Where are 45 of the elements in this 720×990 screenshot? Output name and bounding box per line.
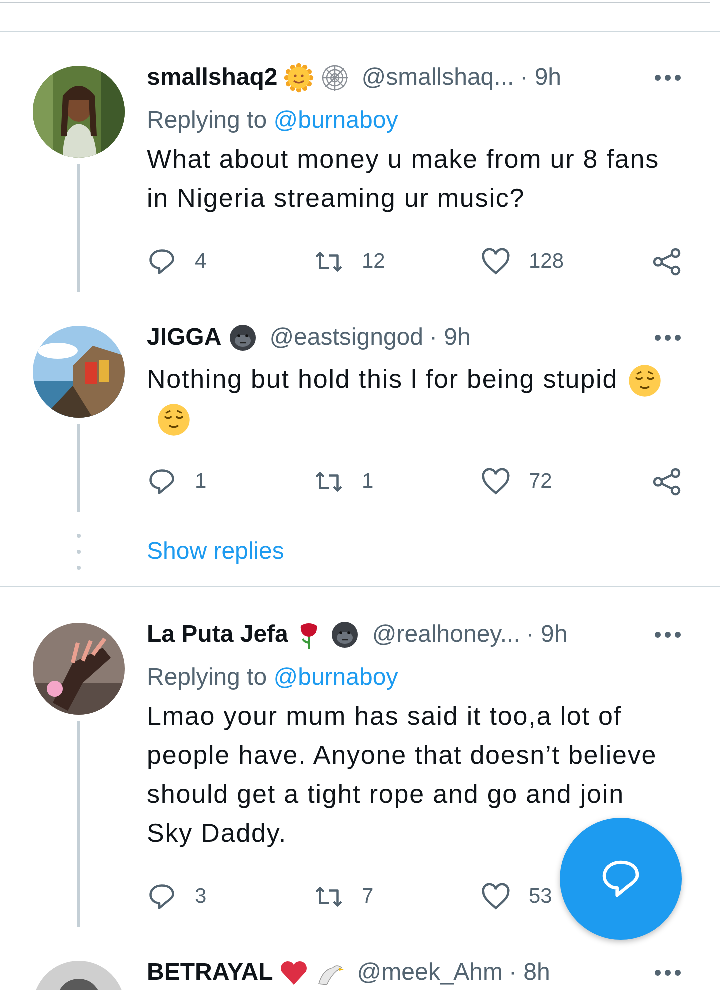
replying-label: Replying to: [147, 664, 268, 691]
tweet-text: What about money u make from ur 8 fans in Nigeria streaming ur music?: [147, 144, 660, 213]
replying-label: Replying to: [147, 107, 268, 134]
user-handle[interactable]: @eastsigngod: [270, 324, 424, 352]
reply-icon[interactable]: [147, 247, 177, 277]
retweet-count: 1: [362, 470, 374, 494]
gorilla-icon: [330, 620, 360, 650]
tweet-text: Nothing but hold this l for being stupid: [147, 364, 618, 394]
display-name[interactable]: La Puta Jefa: [147, 621, 288, 649]
user-handle[interactable]: @meek_Ahm: [357, 959, 504, 987]
timestamp: · 9h: [526, 621, 568, 649]
timestamp: · 8h: [509, 959, 550, 987]
more-icon[interactable]: [654, 74, 682, 82]
sun-face-icon: [284, 63, 314, 93]
like-icon[interactable]: [481, 247, 511, 277]
like-icon[interactable]: [481, 882, 511, 912]
reply-count: 4: [195, 250, 207, 274]
relieved-face-icon: [157, 403, 191, 438]
retweet-count: 7: [362, 885, 374, 909]
reply-count: 1: [195, 470, 207, 494]
gorilla-icon: [228, 323, 258, 353]
user-handle[interactable]: @smallshaq...: [362, 64, 514, 92]
like-count: 72: [529, 470, 552, 494]
more-icon[interactable]: [654, 969, 682, 977]
display-name[interactable]: BETRAYAL: [147, 959, 274, 987]
relieved-face-icon: [628, 364, 662, 398]
thread-dots-icon: [76, 532, 82, 572]
tweet-text: Lmao your mum has said it too,a lot of people have. Anyone that doesn’t believe should get a tight rope and go and join Sky Daddy.: [147, 701, 658, 848]
more-icon[interactable]: [654, 631, 682, 639]
like-icon[interactable]: [481, 467, 511, 497]
retweet-count: 12: [362, 250, 386, 274]
display-name[interactable]: JIGGA: [147, 324, 222, 352]
like-count: 53: [529, 885, 552, 909]
share-icon[interactable]: [652, 247, 682, 277]
spider-web-icon: [320, 63, 350, 93]
like-count: 128: [529, 250, 564, 274]
timestamp: · 9h: [429, 324, 471, 352]
user-handle[interactable]: @realhoney...: [372, 621, 520, 649]
display-name[interactable]: smallshaq2: [147, 64, 278, 92]
more-icon[interactable]: [654, 334, 682, 342]
timestamp: · 9h: [520, 64, 562, 92]
share-icon[interactable]: [652, 467, 682, 497]
reply-count: 3: [195, 885, 207, 909]
reply-icon[interactable]: [147, 467, 177, 497]
reply-icon[interactable]: [147, 882, 177, 912]
